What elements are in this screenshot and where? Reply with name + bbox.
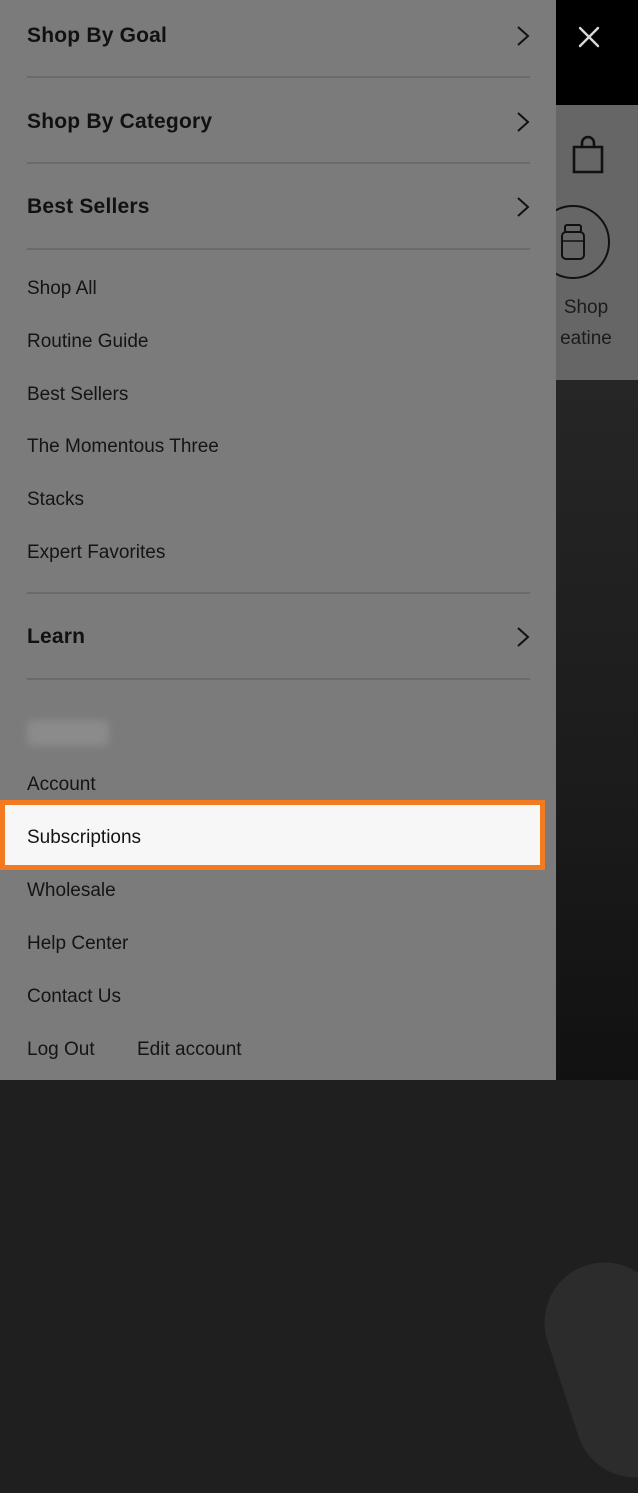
section-title: Learn <box>27 625 86 648</box>
chevron-right-icon <box>517 627 530 647</box>
section-best-sellers[interactable]: Best Sellers <box>27 177 530 237</box>
link-help-center[interactable]: Help Center <box>27 933 128 955</box>
shopping-bag-icon[interactable] <box>570 135 606 175</box>
section-title: Shop By Goal <box>27 24 168 47</box>
blurred-user-name <box>27 720 109 746</box>
divider <box>27 592 530 594</box>
link-momentous-three[interactable]: The Momentous Three <box>27 436 219 458</box>
section-shop-by-goal[interactable]: Shop By Goal <box>27 6 530 66</box>
divider <box>27 162 530 164</box>
section-title: Best Sellers <box>27 195 150 218</box>
link-routine-guide[interactable]: Routine Guide <box>27 331 148 353</box>
divider <box>27 678 530 680</box>
link-wholesale[interactable]: Wholesale <box>27 880 116 902</box>
link-account[interactable]: Account <box>27 774 96 796</box>
section-title: Shop By Category <box>27 110 213 133</box>
link-subscriptions[interactable]: Subscriptions <box>27 827 141 849</box>
chevron-right-icon <box>517 26 530 46</box>
section-shop-by-category[interactable]: Shop By Category <box>27 92 530 152</box>
link-best-sellers[interactable]: Best Sellers <box>27 384 128 406</box>
link-shop-all[interactable]: Shop All <box>27 278 97 300</box>
chevron-right-icon <box>517 197 530 217</box>
navigation-drawer: Shop By Goal Shop By Category Best Selle… <box>0 0 556 1080</box>
link-stacks[interactable]: Stacks <box>27 489 84 511</box>
section-learn[interactable]: Learn <box>27 607 530 667</box>
close-menu-button[interactable] <box>572 20 606 54</box>
chevron-right-icon <box>517 112 530 132</box>
log-out-link[interactable]: Log Out <box>27 1039 95 1061</box>
divider <box>27 76 530 78</box>
link-expert-favorites[interactable]: Expert Favorites <box>27 542 165 564</box>
divider <box>27 248 530 250</box>
supplement-jar-icon <box>561 224 585 260</box>
close-icon <box>578 26 600 48</box>
edit-account-link[interactable]: Edit account <box>137 1039 242 1061</box>
link-contact-us[interactable]: Contact Us <box>27 986 121 1008</box>
